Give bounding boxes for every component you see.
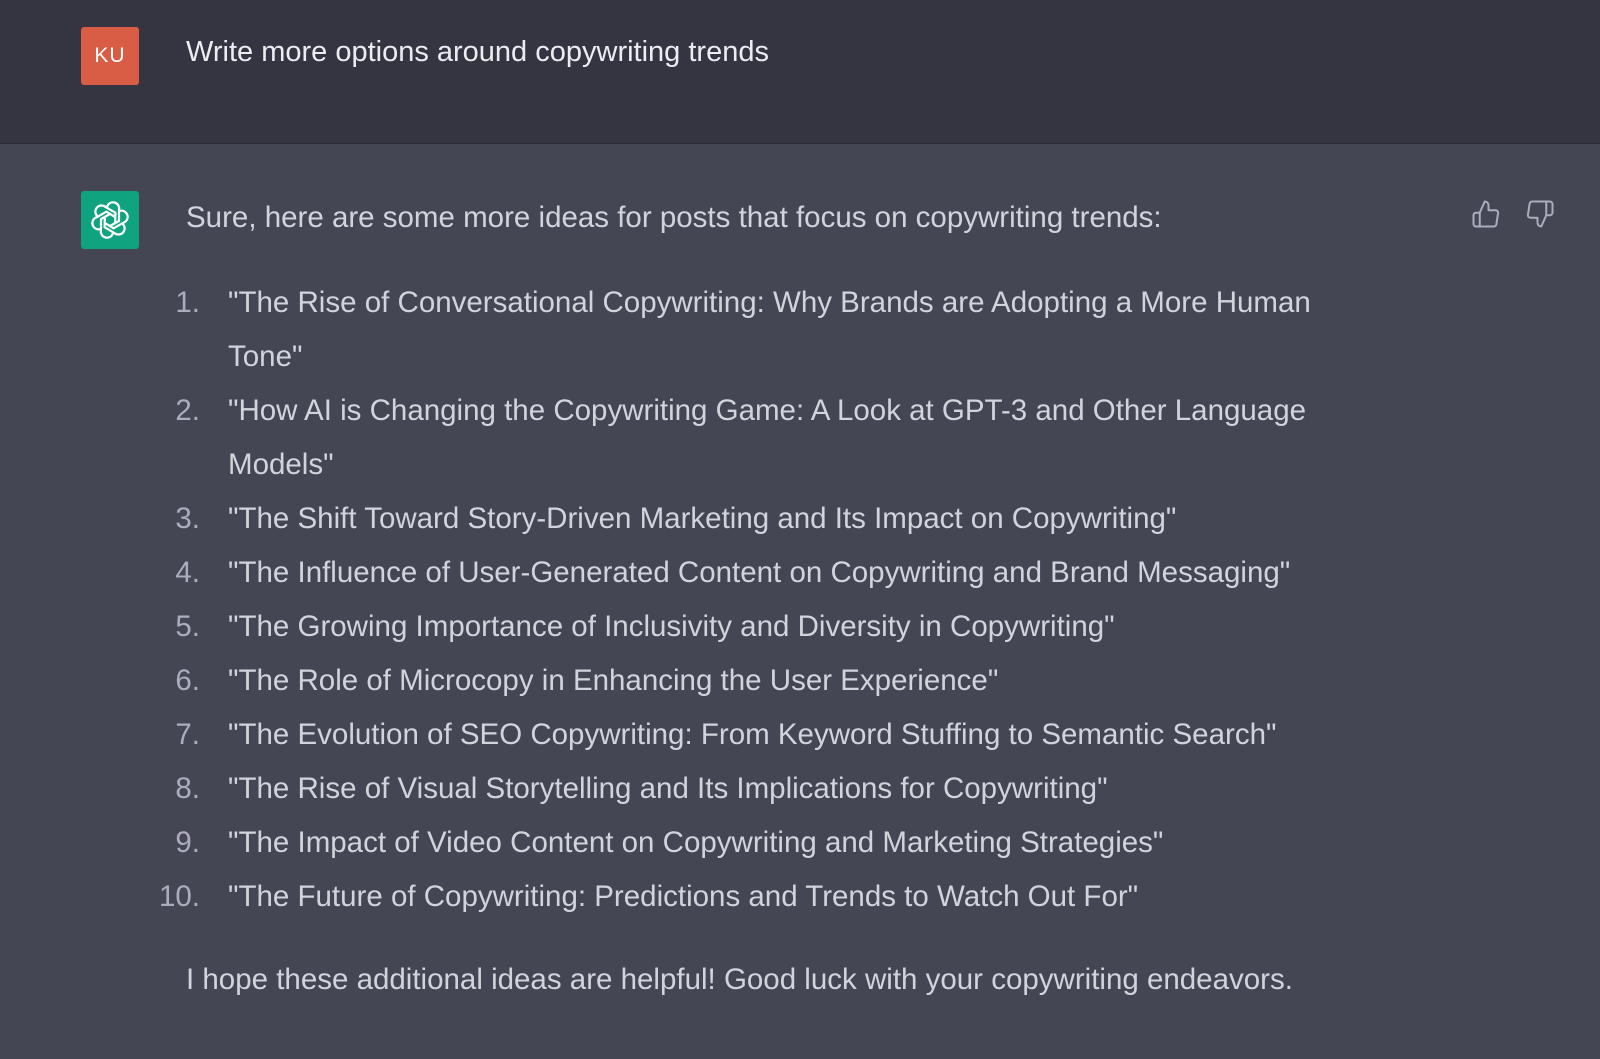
list-item: 3. "The Shift Toward Story-Driven Marketi…	[0, 492, 1600, 546]
list-item: 8. "The Rise of Visual Storytelling and I…	[0, 762, 1600, 816]
list-item-number: 3.	[175, 502, 200, 535]
assistant-intro-text: Sure, here are some more ideas for posts…	[186, 201, 1162, 234]
list-item: 4. "The Influence of User-Generated Conte…	[0, 546, 1600, 600]
user-message: KU Write more options around copywriting…	[0, 0, 1600, 144]
thumbs-down-icon	[1526, 200, 1554, 228]
list-item-text: "The Evolution of SEO Copywriting: From …	[228, 718, 1277, 751]
thumbs-up-icon	[1472, 200, 1500, 228]
list-item-number: 4.	[175, 556, 200, 589]
list-item-text: "The Influence of User-Generated Content…	[228, 556, 1291, 589]
list-item-number: 10.	[158, 880, 200, 913]
user-message-text: Write more options around copywriting tr…	[186, 36, 769, 68]
assistant-message: Sure, here are some more ideas for posts…	[0, 144, 1600, 1059]
list-item-number: 8.	[175, 772, 200, 805]
list-item: 9. "The Impact of Video Content on Copywr…	[0, 816, 1600, 870]
list-item-text: "The Growing Importance of Inclusivity a…	[228, 610, 1115, 643]
list-item-number: 1.	[175, 286, 200, 319]
list-item-text: "The Future of Copywriting: Predictions …	[228, 880, 1139, 913]
list-item-text: "The Impact of Video Content on Copywrit…	[228, 826, 1164, 859]
user-avatar: KU	[81, 27, 139, 85]
list-item-text: "The Rise of Visual Storytelling and Its…	[228, 772, 1108, 805]
list-item: 1. "The Rise of Conversational Copywritin…	[0, 276, 1600, 384]
thumbs-down-button[interactable]	[1520, 194, 1560, 234]
list-item: 5. "The Growing Importance of Inclusivity…	[0, 600, 1600, 654]
ideas-list: 1. "The Rise of Conversational Copywritin…	[0, 276, 1600, 924]
list-item: 7. "The Evolution of SEO Copywriting: Fro…	[0, 708, 1600, 762]
list-item-text: "The Shift Toward Story-Driven Marketing…	[228, 502, 1177, 535]
list-item-number: 7.	[175, 718, 200, 751]
assistant-outro-text: I hope these additional ideas are helpfu…	[186, 963, 1293, 996]
list-item-text: "How AI is Changing the Copywriting Game…	[228, 394, 1307, 481]
list-item-number: 5.	[175, 610, 200, 643]
list-item-number: 2.	[175, 394, 200, 427]
list-item: 6. "The Role of Microcopy in Enhancing th…	[0, 654, 1600, 708]
list-item: 2. "How AI is Changing the Copywriting Ga…	[0, 384, 1600, 492]
list-item-number: 9.	[175, 826, 200, 859]
list-item-number: 6.	[175, 664, 200, 697]
openai-logo-icon	[81, 191, 139, 249]
list-item: 10. "The Future of Copywriting: Predictio…	[0, 870, 1600, 924]
list-item-text: "The Role of Microcopy in Enhancing the …	[228, 664, 999, 697]
thumbs-up-button[interactable]	[1466, 194, 1506, 234]
list-item-text: "The Rise of Conversational Copywriting:…	[228, 286, 1311, 373]
